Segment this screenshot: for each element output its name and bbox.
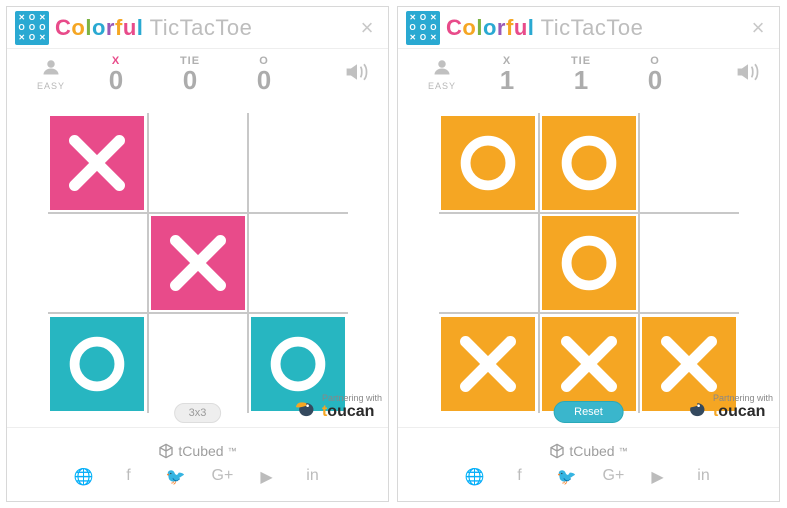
o-mark bbox=[50, 317, 144, 411]
social-facebook-icon[interactable]: f bbox=[120, 467, 138, 487]
difficulty-indicator[interactable]: EASY bbox=[416, 58, 468, 91]
o-mark bbox=[542, 216, 636, 310]
board-cell[interactable] bbox=[48, 213, 148, 313]
social-facebook-icon[interactable]: f bbox=[511, 467, 529, 487]
close-button[interactable]: × bbox=[354, 15, 380, 41]
board-cell[interactable] bbox=[439, 213, 539, 313]
social-row: 🌐 f 🐦 G+ ▶ in bbox=[74, 467, 322, 487]
x-mark bbox=[542, 317, 636, 411]
board-wrap bbox=[7, 99, 388, 427]
person-icon bbox=[25, 58, 77, 81]
x-mark bbox=[441, 317, 535, 411]
social-linkedin-icon[interactable]: in bbox=[695, 467, 713, 487]
x-mark bbox=[151, 216, 245, 310]
app-header: ✕O✕OOO✕O✕Colorful TicTacToe × bbox=[7, 7, 388, 49]
toucan-icon bbox=[292, 394, 318, 420]
toucan-icon bbox=[683, 394, 709, 420]
game-panel-left: ✕O✕OOO✕O✕Colorful TicTacToe × EASYX0TIE0O0… bbox=[6, 6, 389, 502]
sound-toggle[interactable] bbox=[735, 61, 761, 88]
social-linkedin-icon[interactable]: in bbox=[304, 467, 322, 487]
board-cell[interactable] bbox=[148, 213, 248, 313]
score-x: X0 bbox=[81, 55, 151, 93]
score-o: O0 bbox=[620, 55, 690, 93]
reset-button[interactable]: Reset bbox=[553, 401, 624, 423]
social-youtube-icon[interactable]: ▶ bbox=[258, 467, 276, 487]
brand[interactable]: tCubed™ bbox=[549, 443, 627, 459]
game-board bbox=[439, 113, 739, 413]
brand[interactable]: tCubed™ bbox=[158, 443, 236, 459]
board-cell[interactable] bbox=[48, 113, 148, 213]
social-twitter-icon[interactable]: 🐦 bbox=[166, 467, 184, 487]
social-twitter-icon[interactable]: 🐦 bbox=[557, 467, 575, 487]
app-title: Colorful TicTacToe bbox=[55, 15, 252, 41]
footer: tCubed™ 🌐 f 🐦 G+ ▶ in bbox=[398, 427, 779, 501]
close-button[interactable]: × bbox=[745, 15, 771, 41]
partner-badge[interactable]: Partnering withtoucan bbox=[292, 393, 382, 421]
board-cell[interactable] bbox=[539, 113, 639, 213]
game-board bbox=[48, 113, 348, 413]
board-cell[interactable] bbox=[248, 113, 348, 213]
board-cell[interactable] bbox=[248, 213, 348, 313]
board-cell[interactable] bbox=[439, 113, 539, 213]
app-header: ✕O✕OOO✕O✕Colorful TicTacToe × bbox=[398, 7, 779, 49]
social-globe-icon[interactable]: 🌐 bbox=[465, 467, 483, 487]
footer: tCubed™ 🌐 f 🐦 G+ ▶ in bbox=[7, 427, 388, 501]
o-mark bbox=[542, 116, 636, 210]
sound-toggle[interactable] bbox=[344, 61, 370, 88]
board-cell[interactable] bbox=[539, 213, 639, 313]
board-cell[interactable] bbox=[439, 313, 539, 413]
partner-badge[interactable]: Partnering withtoucan bbox=[683, 393, 773, 421]
score-row: EASYX0TIE0O0 bbox=[7, 49, 388, 99]
board-wrap bbox=[398, 99, 779, 427]
board-cell[interactable] bbox=[148, 313, 248, 413]
social-row: 🌐 f 🐦 G+ ▶ in bbox=[465, 467, 713, 487]
social-googleplus-icon[interactable]: G+ bbox=[603, 467, 621, 487]
person-icon bbox=[416, 58, 468, 81]
social-globe-icon[interactable]: 🌐 bbox=[74, 467, 92, 487]
score-row: EASYX1TIE1O0 bbox=[398, 49, 779, 99]
score-x: X1 bbox=[472, 55, 542, 93]
o-mark bbox=[441, 116, 535, 210]
social-youtube-icon[interactable]: ▶ bbox=[649, 467, 667, 487]
board-cell[interactable] bbox=[539, 313, 639, 413]
logo-icon: ✕O✕OOO✕O✕ bbox=[406, 11, 440, 45]
board-size-button[interactable]: 3x3 bbox=[174, 403, 222, 423]
game-panel-right: ✕O✕OOO✕O✕Colorful TicTacToe × EASYX1TIE1O0… bbox=[397, 6, 780, 502]
logo-icon: ✕O✕OOO✕O✕ bbox=[15, 11, 49, 45]
social-googleplus-icon[interactable]: G+ bbox=[212, 467, 230, 487]
board-cell[interactable] bbox=[639, 113, 739, 213]
app-title: Colorful TicTacToe bbox=[446, 15, 643, 41]
board-cell[interactable] bbox=[639, 213, 739, 313]
score-tie: TIE1 bbox=[546, 55, 616, 93]
x-mark bbox=[50, 116, 144, 210]
board-cell[interactable] bbox=[48, 313, 148, 413]
difficulty-indicator[interactable]: EASY bbox=[25, 58, 77, 91]
score-o: O0 bbox=[229, 55, 299, 93]
score-tie: TIE0 bbox=[155, 55, 225, 93]
board-cell[interactable] bbox=[148, 113, 248, 213]
